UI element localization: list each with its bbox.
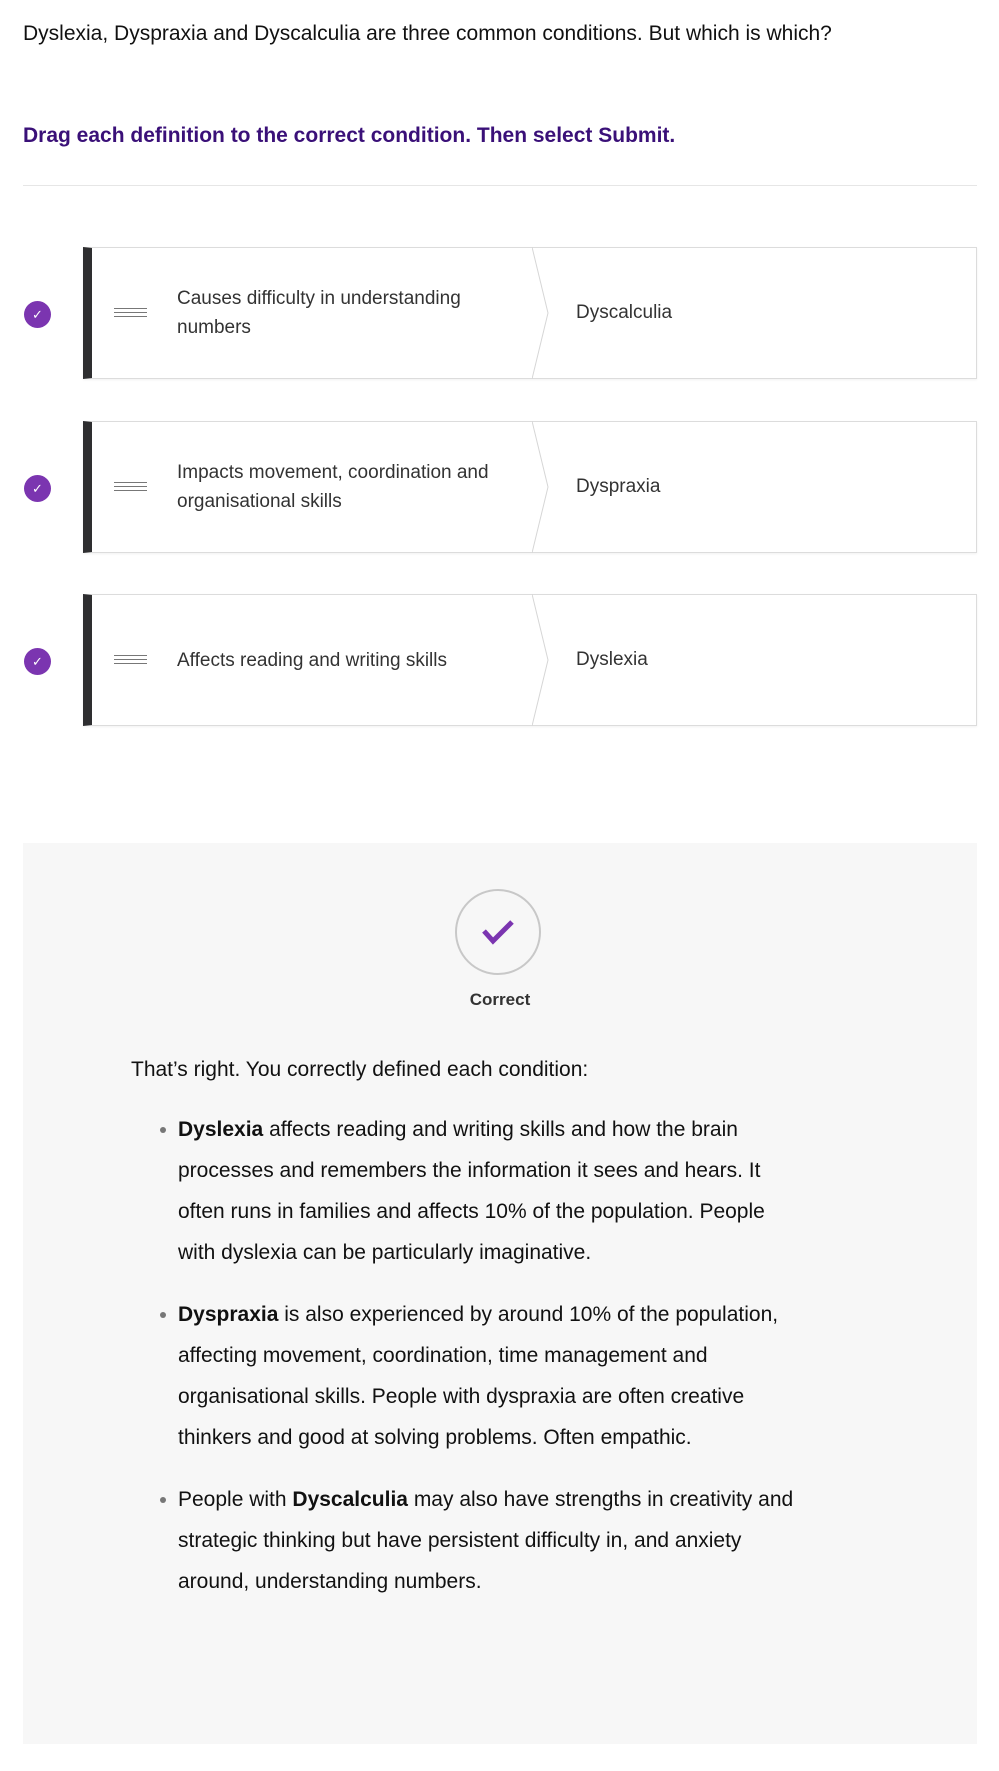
feedback-intro: That’s right. You correctly defined each… (131, 1058, 589, 1081)
match-row: ✓ Affects reading and writing skills Dys… (0, 594, 999, 728)
list-item: Dyspraxia is also experienced by around … (160, 1294, 801, 1458)
instruction-text: Drag each definition to the correct cond… (23, 124, 676, 147)
feedback-body: That’s right. You correctly defined each… (131, 1058, 801, 1623)
correct-check-icon: ✓ (24, 648, 51, 675)
item-term: Dyscalculia (292, 1488, 408, 1511)
definition-label: Affects reading and writing skills (177, 649, 447, 671)
match-row: ✓ Causes difficulty in understanding num… (0, 247, 999, 381)
condition-label: Dyscalculia (576, 302, 673, 323)
item-term: Dyspraxia (178, 1303, 279, 1326)
list-item: Dyslexia affects reading and writing ski… (160, 1109, 801, 1273)
drag-handle-icon[interactable] (114, 482, 147, 493)
divider (23, 185, 977, 186)
definition-label: Impacts movement, coordination and organ… (177, 462, 489, 512)
definition-label: Causes difficulty in understanding numbe… (177, 288, 461, 338)
intro-text: Dyslexia, Dyspraxia and Dyscalculia are … (23, 22, 832, 45)
correct-check-icon: ✓ (24, 475, 51, 502)
match-card[interactable]: Causes difficulty in understanding numbe… (83, 247, 977, 379)
chevron-separator (532, 247, 549, 379)
feedback-status: Correct (469, 990, 531, 1009)
item-text: affects reading and writing skills and h… (178, 1118, 765, 1264)
correct-badge (455, 889, 541, 975)
chevron-separator (532, 594, 549, 726)
condition-label: Dyspraxia (576, 476, 661, 497)
checkmark-icon (482, 920, 514, 945)
correct-check-icon: ✓ (24, 301, 51, 328)
feedback-panel: Correct That’s right. You correctly defi… (23, 843, 977, 1744)
match-row: ✓ Impacts movement, coordination and org… (0, 421, 999, 555)
match-card[interactable]: Impacts movement, coordination and organ… (83, 421, 977, 553)
match-card[interactable]: Affects reading and writing skills Dysle… (83, 594, 977, 726)
feedback-list: Dyslexia affects reading and writing ski… (131, 1109, 801, 1602)
drag-handle-icon[interactable] (114, 655, 147, 666)
item-prefix: People with (178, 1488, 293, 1511)
item-term: Dyslexia (178, 1118, 264, 1141)
drag-handle-icon[interactable] (114, 308, 147, 319)
condition-label: Dyslexia (576, 649, 648, 670)
list-item: People with Dyscalculia may also have st… (160, 1479, 801, 1602)
chevron-separator (532, 421, 549, 553)
